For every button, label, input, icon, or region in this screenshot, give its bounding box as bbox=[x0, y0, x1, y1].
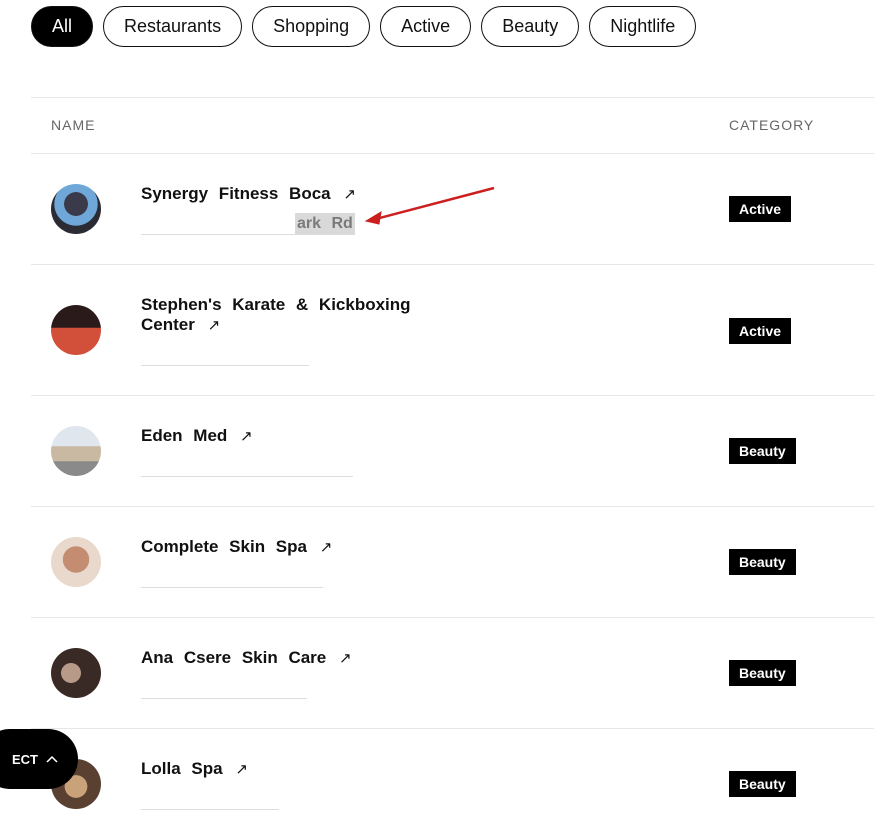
filter-shopping[interactable]: Shopping bbox=[252, 6, 371, 47]
table-row: Eden Med ↗ Beauty bbox=[31, 396, 874, 507]
external-link-arrow-icon: ↗ bbox=[338, 650, 352, 667]
category-badge: Active bbox=[729, 318, 792, 344]
filter-nightlife[interactable]: Nightlife bbox=[589, 6, 697, 47]
business-name: Synergy Fitness Boca bbox=[141, 184, 331, 203]
table-row: Synergy Fitness Boca ↗ ark Rd Active bbox=[31, 154, 874, 265]
avatar bbox=[51, 537, 101, 587]
business-name-link[interactable]: Complete Skin Spa ↗ bbox=[141, 537, 411, 558]
select-button-label: ECT bbox=[12, 751, 38, 767]
select-button[interactable]: ECT bbox=[0, 729, 78, 789]
category-badge: Beauty bbox=[729, 660, 796, 686]
avatar bbox=[51, 305, 101, 355]
external-link-arrow-icon: ↗ bbox=[207, 317, 221, 334]
business-name-link[interactable]: Synergy Fitness Boca ↗ bbox=[141, 184, 411, 205]
divider bbox=[141, 587, 323, 588]
table-row: Ana Csere Skin Care ↗ Beauty bbox=[31, 618, 874, 729]
divider bbox=[141, 809, 279, 810]
external-link-arrow-icon: ↗ bbox=[235, 761, 248, 778]
divider bbox=[141, 365, 309, 366]
category-badge: Beauty bbox=[729, 549, 796, 575]
business-name: Eden Med bbox=[141, 426, 228, 445]
business-name-link[interactable]: Eden Med ↗ bbox=[141, 426, 411, 447]
avatar bbox=[51, 648, 101, 698]
business-table: NAME CATEGORY Synergy Fitness Boca ↗ ark… bbox=[31, 97, 874, 839]
category-badge: Beauty bbox=[729, 438, 796, 464]
divider bbox=[141, 476, 353, 477]
address-highlight: ark Rd bbox=[295, 213, 355, 235]
category-filter-bar: All Restaurants Shopping Active Beauty N… bbox=[31, 6, 697, 47]
column-header-category: CATEGORY bbox=[729, 117, 815, 133]
external-link-arrow-icon: ↗ bbox=[319, 539, 333, 556]
filter-active[interactable]: Active bbox=[380, 6, 472, 47]
business-name-link[interactable]: Lolla Spa ↗ bbox=[141, 759, 411, 780]
avatar bbox=[51, 184, 101, 234]
column-header-name: NAME bbox=[51, 117, 96, 133]
business-name: Lolla Spa bbox=[141, 759, 223, 778]
avatar bbox=[51, 426, 101, 476]
business-name: Stephen's Karate & Kickboxing Center bbox=[141, 295, 411, 334]
table-header: NAME CATEGORY bbox=[31, 98, 874, 154]
category-badge: Beauty bbox=[729, 771, 796, 797]
business-name: Ana Csere Skin Care bbox=[141, 648, 327, 667]
divider bbox=[141, 234, 353, 235]
table-row: Lolla Spa ↗ Beauty bbox=[31, 729, 874, 839]
table-row: Complete Skin Spa ↗ Beauty bbox=[31, 507, 874, 618]
external-link-arrow-icon: ↗ bbox=[343, 186, 356, 203]
filter-restaurants[interactable]: Restaurants bbox=[103, 6, 243, 47]
category-badge: Active bbox=[729, 196, 792, 222]
business-name-link[interactable]: Stephen's Karate & Kickboxing Center ↗ bbox=[141, 295, 411, 336]
chevron-up-icon bbox=[46, 755, 58, 763]
external-link-arrow-icon: ↗ bbox=[240, 428, 253, 445]
filter-beauty[interactable]: Beauty bbox=[481, 6, 580, 47]
business-name: Complete Skin Spa bbox=[141, 537, 307, 556]
table-row: Stephen's Karate & Kickboxing Center ↗ A… bbox=[31, 265, 874, 396]
filter-all[interactable]: All bbox=[31, 6, 94, 47]
divider bbox=[141, 698, 307, 699]
business-name-link[interactable]: Ana Csere Skin Care ↗ bbox=[141, 648, 411, 669]
